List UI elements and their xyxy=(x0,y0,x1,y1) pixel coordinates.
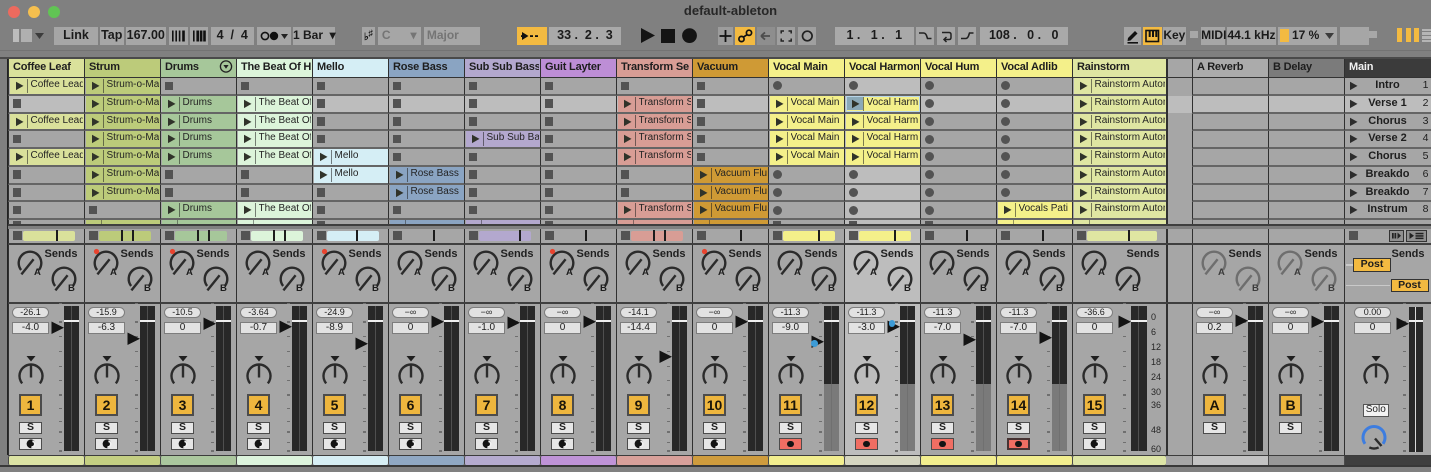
svg-text:A: A xyxy=(1218,267,1225,278)
svg-text:A: A xyxy=(338,267,345,278)
svg-text:B: B xyxy=(220,283,227,294)
svg-text:A: A xyxy=(1022,267,1029,278)
svg-text:A: A xyxy=(794,267,801,278)
svg-text:A: A xyxy=(870,267,877,278)
svg-text:A: A xyxy=(1294,267,1301,278)
svg-text:A: A xyxy=(262,267,269,278)
svg-text:B: B xyxy=(828,283,835,294)
svg-text:B: B xyxy=(372,283,379,294)
svg-text:A: A xyxy=(946,267,953,278)
svg-text:A: A xyxy=(1098,267,1105,278)
svg-text:A: A xyxy=(34,267,41,278)
svg-text:B: B xyxy=(1056,283,1063,294)
svg-text:A: A xyxy=(414,267,421,278)
svg-text:B: B xyxy=(68,283,75,294)
svg-text:A: A xyxy=(186,267,193,278)
svg-text:B: B xyxy=(600,283,607,294)
svg-text:B: B xyxy=(676,283,683,294)
svg-text:B: B xyxy=(296,283,303,294)
svg-text:A: A xyxy=(490,267,497,278)
svg-text:B: B xyxy=(448,283,455,294)
svg-text:A: A xyxy=(718,267,725,278)
svg-text:B: B xyxy=(144,283,151,294)
svg-text:A: A xyxy=(110,267,117,278)
svg-text:B: B xyxy=(1252,283,1259,294)
svg-text:B: B xyxy=(1328,283,1335,294)
svg-text:♯: ♯ xyxy=(368,28,373,38)
svg-text:A: A xyxy=(642,267,649,278)
svg-text:A: A xyxy=(566,267,573,278)
svg-text:B: B xyxy=(904,283,911,294)
svg-text:B: B xyxy=(752,283,759,294)
svg-text:B: B xyxy=(1132,283,1139,294)
svg-text:B: B xyxy=(524,283,531,294)
svg-text:B: B xyxy=(980,283,987,294)
